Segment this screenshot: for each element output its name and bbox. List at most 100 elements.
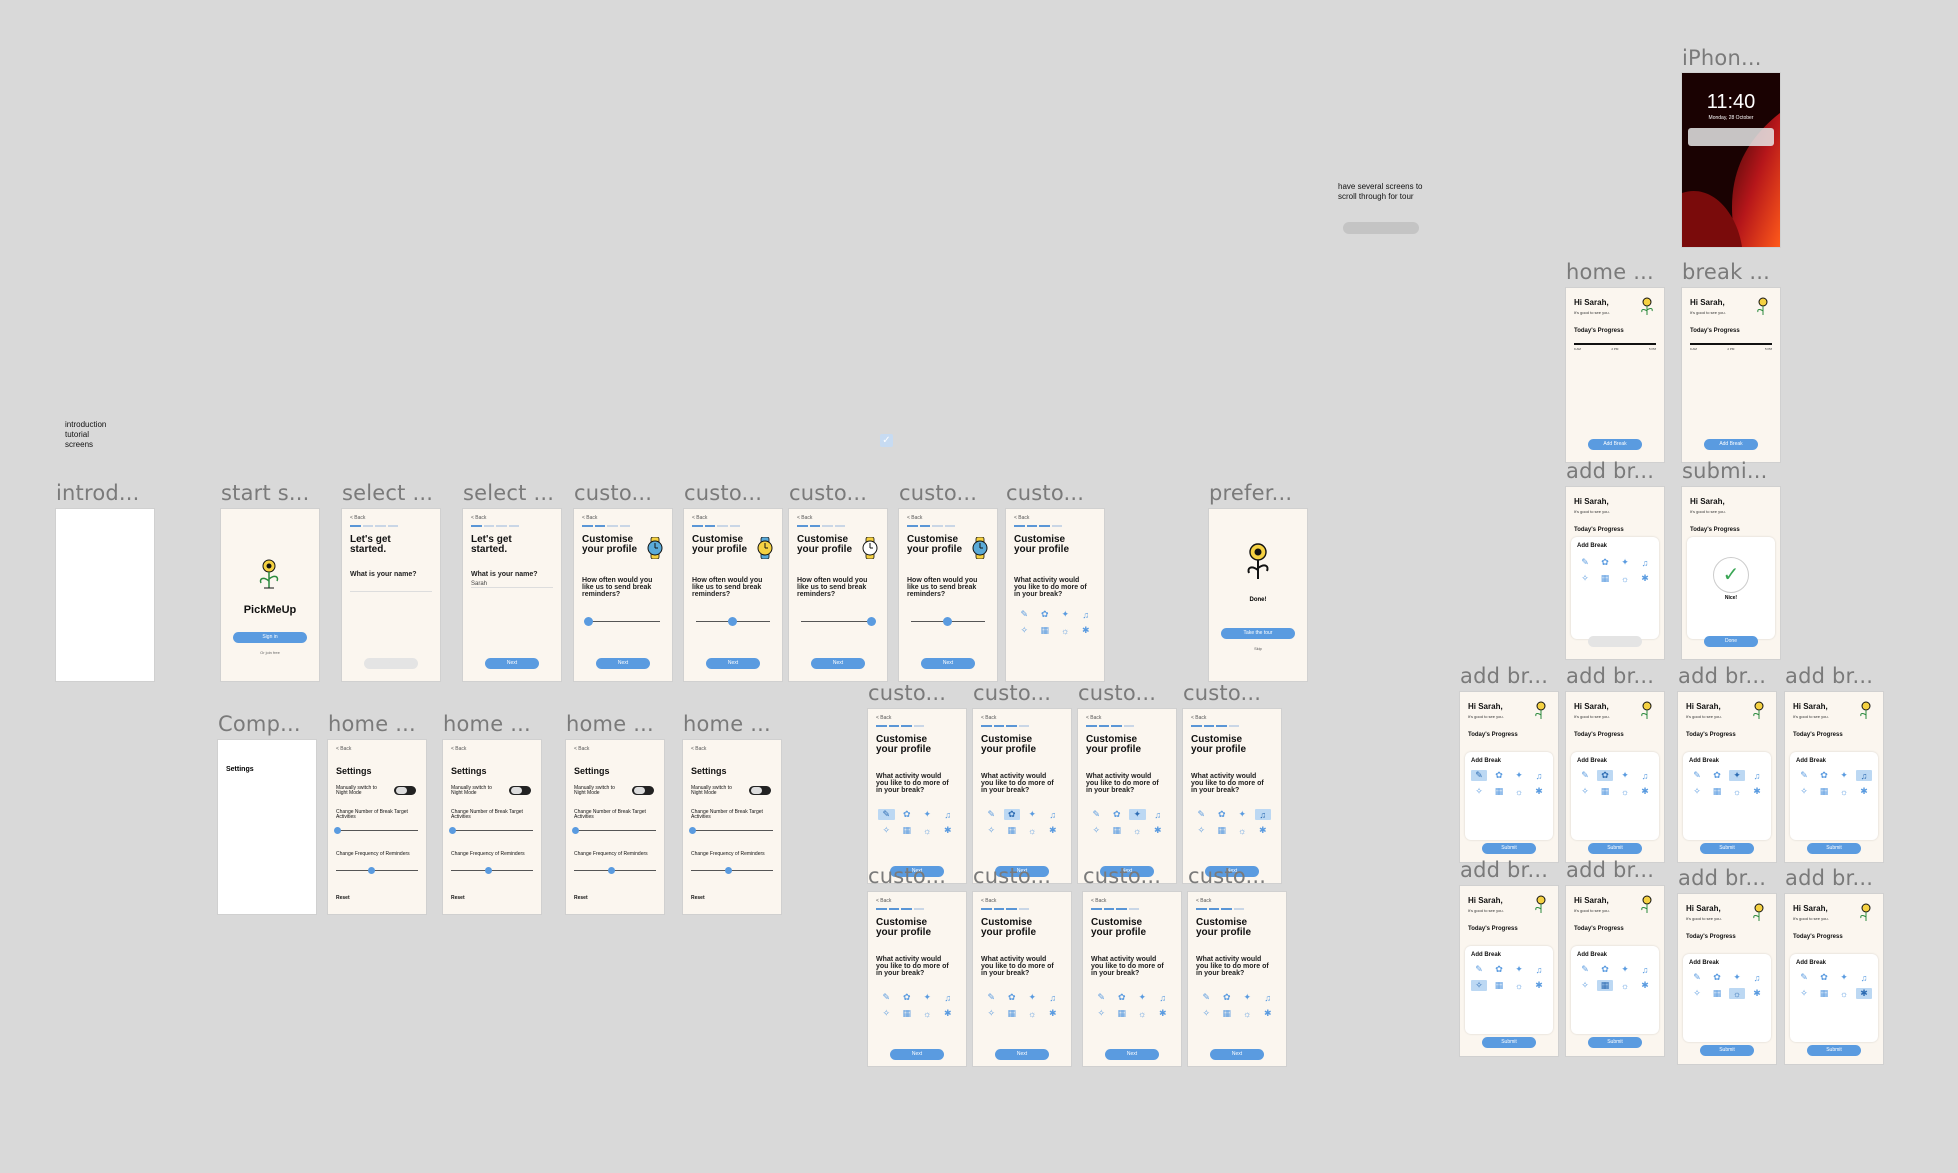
crossword-icon[interactable]: ▦: [1214, 825, 1231, 836]
yoga-icon[interactable]: ✱: [1150, 825, 1167, 836]
clean-icon[interactable]: ✧: [878, 825, 895, 836]
frame-label-add-break[interactable]: add br...: [1460, 664, 1548, 688]
back-link[interactable]: < Back: [1091, 898, 1106, 904]
reminder-slider[interactable]: [801, 621, 875, 622]
frame-label-comp[interactable]: Comp...: [218, 712, 301, 736]
doodle-icon[interactable]: ✎: [1093, 992, 1110, 1003]
next-button[interactable]: Next: [995, 1049, 1049, 1060]
crossword-icon[interactable]: ▦: [1597, 573, 1613, 584]
frame-label-add-break[interactable]: add br...: [1785, 866, 1873, 890]
crossword-icon[interactable]: ▦: [1597, 786, 1613, 797]
music-icon[interactable]: ♫: [1856, 770, 1872, 781]
frame-customise-activity[interactable]: < Back Customise your profile What activi…: [868, 892, 966, 1066]
frame-label-custom[interactable]: custo...: [574, 481, 652, 505]
submit-button[interactable]: Submit: [1807, 1045, 1861, 1056]
music-icon[interactable]: ♫: [1254, 809, 1271, 820]
walk-icon[interactable]: ✦: [1024, 809, 1041, 820]
walk-icon[interactable]: ✦: [1511, 770, 1527, 781]
frame-label-home[interactable]: home ...: [566, 712, 654, 736]
submit-button[interactable]: Submit: [1588, 636, 1642, 647]
flower-icon[interactable]: ✿: [1003, 809, 1020, 820]
frame-label-home[interactable]: home ...: [683, 712, 771, 736]
crossword-icon[interactable]: ▦: [1109, 825, 1126, 836]
back-link[interactable]: < Back: [451, 746, 466, 752]
frame-customise-reminders[interactable]: < Back Customise your profile How often w…: [574, 509, 672, 681]
doodle-icon[interactable]: ✎: [878, 992, 895, 1003]
flower-icon[interactable]: ✿: [1597, 557, 1613, 568]
music-icon[interactable]: ♫: [1531, 964, 1547, 975]
yoga-icon[interactable]: ✱: [1531, 980, 1547, 991]
meditate-icon[interactable]: ☼: [1057, 625, 1074, 636]
yoga-icon[interactable]: ✱: [1856, 786, 1872, 797]
submit-button[interactable]: Submit: [1588, 843, 1642, 854]
meditate-icon[interactable]: ☼: [919, 1008, 936, 1019]
doodle-icon[interactable]: ✎: [878, 809, 895, 820]
clean-icon[interactable]: ✧: [1471, 980, 1487, 991]
slider-handle[interactable]: [943, 617, 952, 626]
frame-customise-activity[interactable]: < Back Customise your profile What activi…: [973, 892, 1071, 1066]
yoga-icon[interactable]: ✱: [1078, 625, 1095, 636]
crossword-icon[interactable]: ▦: [1037, 625, 1054, 636]
frame-label-custom[interactable]: custo...: [1188, 864, 1266, 888]
flower-icon[interactable]: ✿: [1491, 770, 1507, 781]
meditate-icon[interactable]: ☼: [1836, 786, 1852, 797]
meditate-icon[interactable]: ☼: [1239, 1008, 1256, 1019]
notification-card[interactable]: [1688, 128, 1774, 146]
reset-button[interactable]: Reset: [451, 896, 465, 901]
frame-label-start[interactable]: start s...: [221, 481, 310, 505]
skip-link[interactable]: Skip: [1209, 646, 1307, 651]
crossword-icon[interactable]: ▦: [1114, 1008, 1131, 1019]
doodle-icon[interactable]: ✎: [1796, 770, 1812, 781]
slider-handle[interactable]: [334, 827, 341, 834]
music-icon[interactable]: ♫: [1155, 992, 1172, 1003]
frame-customise-activity[interactable]: < Back Customise your profile What activi…: [868, 709, 966, 883]
frame-label-custom[interactable]: custo...: [1006, 481, 1084, 505]
music-icon[interactable]: ♫: [1045, 809, 1062, 820]
doodle-icon[interactable]: ✎: [1577, 964, 1593, 975]
music-icon[interactable]: ♫: [940, 809, 957, 820]
walk-icon[interactable]: ✦: [1511, 964, 1527, 975]
crossword-icon[interactable]: ▦: [899, 825, 916, 836]
frame-customise-reminders[interactable]: < Back Customise your profile How often w…: [899, 509, 997, 681]
frame-add-break[interactable]: Hi Sarah, It's good to see you. Today's …: [1460, 692, 1558, 862]
music-icon[interactable]: ♫: [1637, 770, 1653, 781]
walk-icon[interactable]: ✦: [1239, 992, 1256, 1003]
frame-home-settings[interactable]: < Back Settings Manually switch to Night …: [566, 740, 664, 914]
clean-icon[interactable]: ✧: [1088, 825, 1105, 836]
walk-icon[interactable]: ✦: [1617, 557, 1633, 568]
crossword-icon[interactable]: ▦: [1709, 786, 1725, 797]
back-link[interactable]: < Back: [1196, 898, 1211, 904]
frame-add-break[interactable]: Hi Sarah, It's good to see you. Today's …: [1460, 886, 1558, 1056]
submit-button[interactable]: Submit: [1482, 843, 1536, 854]
crossword-icon[interactable]: ▦: [1491, 786, 1507, 797]
yoga-icon[interactable]: ✱: [1045, 1008, 1062, 1019]
yoga-icon[interactable]: ✱: [1531, 786, 1547, 797]
crossword-icon[interactable]: ▦: [1709, 988, 1725, 999]
doodle-icon[interactable]: ✎: [1471, 770, 1487, 781]
walk-icon[interactable]: ✦: [1024, 992, 1041, 1003]
yoga-icon[interactable]: ✱: [1260, 1008, 1277, 1019]
doodle-icon[interactable]: ✎: [1193, 809, 1210, 820]
walk-icon[interactable]: ✦: [1057, 609, 1074, 620]
reset-button[interactable]: Reset: [691, 896, 705, 901]
next-button[interactable]: Next: [1105, 1049, 1159, 1060]
walk-icon[interactable]: ✦: [1729, 770, 1745, 781]
yoga-icon[interactable]: ✱: [1637, 786, 1653, 797]
crossword-icon[interactable]: ▦: [1219, 1008, 1236, 1019]
slider-handle[interactable]: [689, 827, 696, 834]
frame-label-custom[interactable]: custo...: [684, 481, 762, 505]
back-link[interactable]: < Back: [692, 515, 707, 521]
frame-label-iphone[interactable]: iPhon...: [1682, 46, 1762, 70]
frame-customise-activity[interactable]: < Back Customise your profile What activi…: [1183, 709, 1281, 883]
crossword-icon[interactable]: ▦: [1816, 988, 1832, 999]
flower-icon[interactable]: ✿: [1004, 992, 1021, 1003]
clean-icon[interactable]: ✧: [1016, 625, 1033, 636]
doodle-icon[interactable]: ✎: [1198, 992, 1215, 1003]
yoga-icon[interactable]: ✱: [1045, 825, 1062, 836]
clean-icon[interactable]: ✧: [1198, 1008, 1215, 1019]
next-button[interactable]: Next: [596, 658, 650, 669]
crossword-icon[interactable]: ▦: [899, 1008, 916, 1019]
flower-icon[interactable]: ✿: [1037, 609, 1054, 620]
submit-button[interactable]: Submit: [1700, 843, 1754, 854]
walk-icon[interactable]: ✦: [1134, 992, 1151, 1003]
